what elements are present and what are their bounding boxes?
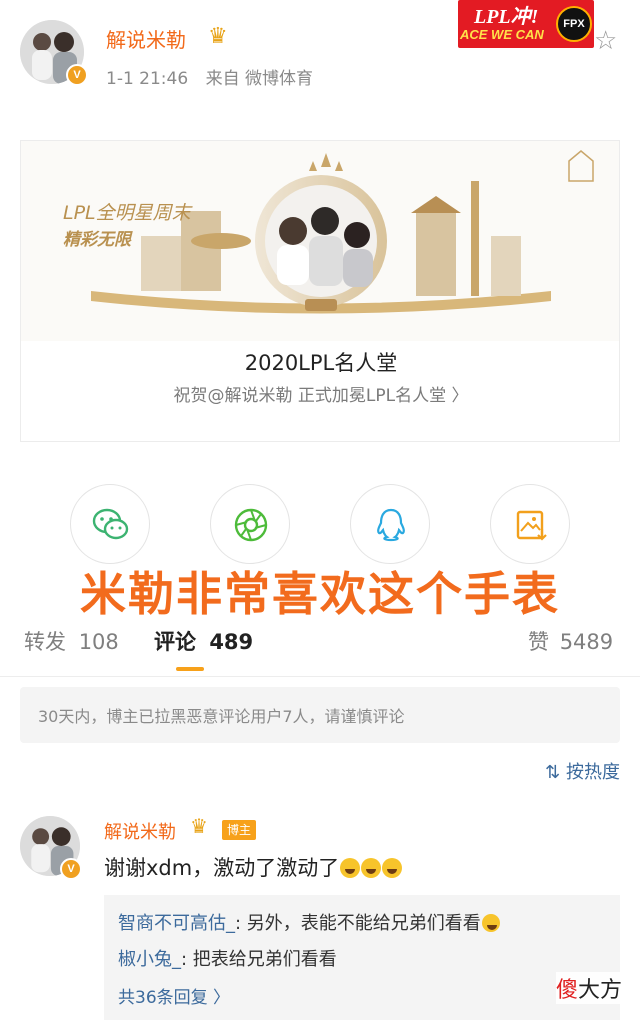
post-meta: 1-1 21:46 来自 微博体育 [106, 64, 313, 89]
reply-user[interactable]: 椒小兔_ [118, 949, 181, 970]
sort-button[interactable]: ⇅ 按热度 [545, 758, 620, 784]
tab-like[interactable]: 赞 5489 [528, 626, 613, 656]
share-wechat-button[interactable] [70, 484, 150, 564]
active-tab-indicator [176, 667, 204, 671]
card-art-line2: 精彩无限 [63, 230, 133, 250]
reply-text: : 把表给兄弟们看看 [181, 949, 337, 970]
tab-like-label: 赞 [528, 630, 549, 654]
reply-item[interactable]: 椒小兔_: 把表给兄弟们看看 [118, 945, 337, 971]
watermark: 傻大方 [555, 972, 622, 1004]
save-image-button[interactable] [490, 484, 570, 564]
fan-banner-line1: LPL冲! [474, 6, 539, 28]
tab-repost[interactable]: 转发 108 [24, 626, 119, 656]
fan-banner-line2: ACE WE CAN [460, 27, 544, 42]
card-art-line1: LPL全明星周末 [63, 202, 194, 224]
sort-icon: ⇅ [545, 762, 561, 783]
crying-emoji-icon [361, 858, 382, 878]
tab-like-count: 5489 [559, 630, 614, 654]
save-image-icon [516, 510, 547, 541]
share-qq-button[interactable] [350, 484, 430, 564]
tab-comment-count: 489 [209, 630, 254, 654]
comment-verified-badge: V [60, 858, 82, 880]
comment-notice: 30天内，博主已拉黑恶意评论用户7人，请谨慎评论 [20, 687, 620, 743]
post-time: 1-1 21:46 [106, 69, 189, 89]
reply-user[interactable]: 智商不可高估_ [118, 913, 235, 934]
moments-icon [234, 508, 268, 542]
tab-comment-label: 评论 [154, 630, 196, 654]
overlay-caption: 米勒非常喜欢这个手表 [80, 567, 560, 621]
hall-of-fame-card[interactable]: LPL全明星周末 精彩无限 2020LPL名人堂 祝贺@解说米勒 正式加冕LPL… [20, 140, 620, 442]
qq-icon [377, 508, 405, 542]
comment-author-name[interactable]: 解说米勒 [104, 818, 176, 844]
crying-emoji-icon [382, 858, 403, 878]
replies-box[interactable]: 智商不可高估_: 另外，表能不能给兄弟们看看 椒小兔_: 把表给兄弟们看看 共3… [104, 895, 620, 1020]
crying-emoji-icon [340, 858, 361, 878]
team-logo: FPX [556, 6, 592, 42]
watermark-red: 傻 [555, 978, 578, 1003]
more-replies-link[interactable]: 共36条回复 〉 [118, 983, 230, 1008]
post-source: 来自 微博体育 [205, 69, 313, 89]
reply-text: : 另外，表能不能给兄弟们看看 [235, 913, 481, 934]
reply-item[interactable]: 智商不可高估_: 另外，表能不能给兄弟们看看 [118, 909, 500, 935]
comment-text: 谢谢xdm，激动了激动了 [104, 852, 403, 882]
crown-icon: ♛ [208, 24, 228, 49]
post-author-name[interactable]: 解说米勒 [106, 24, 186, 53]
card-subtitle[interactable]: 祝贺@解说米勒 正式加冕LPL名人堂 〉 [21, 381, 619, 406]
sort-label: 按热度 [566, 762, 620, 783]
tab-comment[interactable]: 评论 489 [154, 626, 253, 656]
watermark-black: 大方 [577, 978, 622, 1003]
favorite-star-icon[interactable]: ☆ [594, 26, 617, 56]
card-banner-art: LPL全明星周末 精彩无限 [21, 141, 619, 341]
wechat-icon [92, 508, 129, 540]
tab-repost-label: 转发 [24, 630, 66, 654]
card-title: 2020LPL名人堂 [244, 351, 398, 375]
tab-repost-count: 108 [78, 630, 119, 654]
doge-emoji-icon [481, 914, 500, 932]
share-moments-button[interactable] [210, 484, 290, 564]
author-badge: 博主 [222, 820, 256, 840]
tabs-divider [0, 676, 640, 677]
fan-banner: LPL冲! ACE WE CAN FPX [458, 0, 594, 48]
verified-badge: V [66, 64, 88, 86]
comment-text-body: 谢谢xdm，激动了激动了 [104, 856, 340, 880]
comment-crown-icon: ♛ [190, 814, 208, 838]
